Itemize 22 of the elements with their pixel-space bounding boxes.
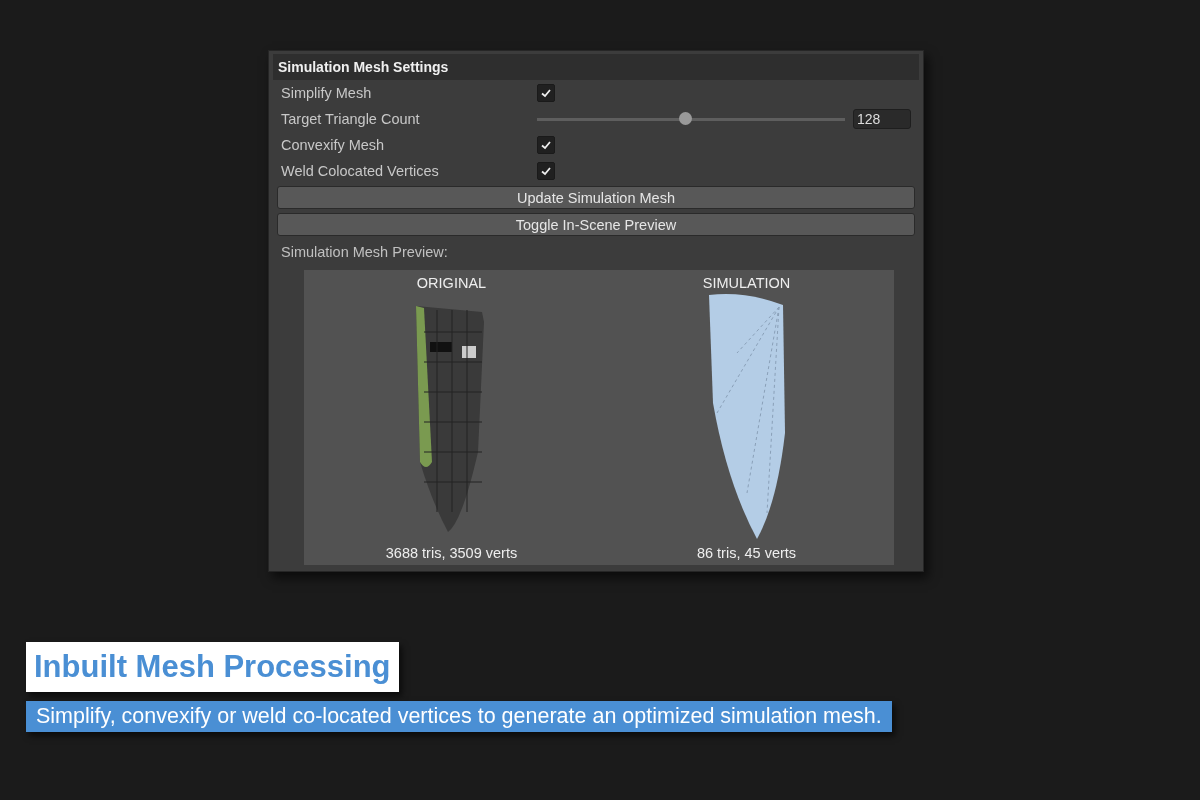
checkbox[interactable] <box>537 136 555 154</box>
slider-thumb[interactable] <box>678 111 692 125</box>
panel-title: Simulation Mesh Settings <box>273 54 919 80</box>
subtitle: Simplify, convexify or weld co-located vertices to generate an optimized simulation mesh. <box>26 701 892 732</box>
number-field[interactable]: 128 <box>853 109 911 129</box>
field-label: Target Triangle Count <box>281 111 421 127</box>
mesh-stats: 3688 tris, 3509 verts <box>385 545 518 561</box>
action-button[interactable]: Toggle In-Scene Preview <box>277 213 915 236</box>
mesh-stats: 86 tris, 45 verts <box>696 545 797 561</box>
checkbox[interactable] <box>537 84 555 102</box>
field-label: Simplify Mesh <box>281 85 373 101</box>
checkmark-icon <box>540 165 552 177</box>
preview-title: ORIGINAL <box>416 275 487 291</box>
checkmark-icon <box>540 139 552 151</box>
field-label: Convexify Mesh <box>281 137 386 153</box>
headline: Inbuilt Mesh Processing <box>26 642 399 692</box>
field-label: Weld Colocated Vertices <box>281 163 440 179</box>
checkmark-icon <box>540 87 552 99</box>
action-button[interactable]: Update Simulation Mesh <box>277 186 915 209</box>
checkbox[interactable] <box>537 162 555 180</box>
preview-label: Simulation Mesh Preview: <box>280 243 449 262</box>
preview-title: SIMULATION <box>702 275 791 291</box>
